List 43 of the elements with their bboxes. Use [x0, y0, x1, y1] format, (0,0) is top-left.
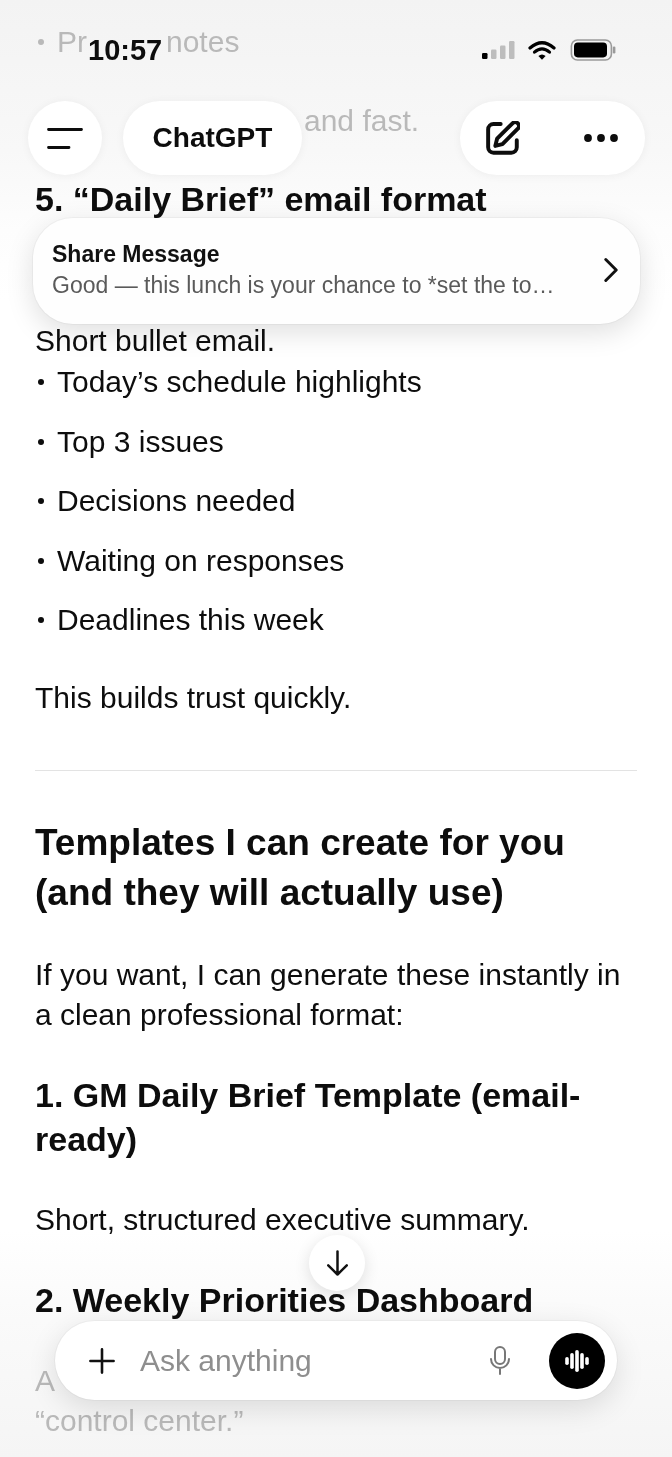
signal-icon: [482, 41, 515, 59]
status-time: 10:57: [88, 34, 163, 66]
text-fragment: A: [35, 1364, 55, 1397]
waveform-icon: [565, 1349, 589, 1372]
text-fragment: and fast.: [304, 104, 420, 137]
share-message-banner[interactable]: Share Message Good — this lunch is your chance to *set the to…: [33, 218, 640, 324]
paragraph-text: Short bullet email.: [35, 324, 276, 357]
heading-text: Templates I can create for you (and they will actually use): [35, 822, 565, 913]
list-item-text: Top 3 issues: [57, 423, 224, 460]
arrow-down-icon: [326, 1250, 348, 1276]
title-button[interactable]: ChatGPT: [123, 101, 302, 175]
bullet-icon: [38, 498, 44, 504]
chevron-right-icon: [604, 258, 618, 282]
banner-message: Good — this lunch is your chance to *set the to…: [52, 271, 555, 300]
list-item-text: Deadlines this week: [57, 602, 324, 638]
banner-title: Share Message: [52, 240, 220, 268]
pencil-square-icon: [486, 121, 520, 155]
text-fragment: Pr: [57, 24, 87, 60]
paragraph-text: Short, structured executive summary.: [35, 1203, 530, 1236]
microphone-icon: [490, 1346, 510, 1375]
composer-bar[interactable]: Ask anything: [55, 1321, 617, 1400]
ellipsis-icon: [584, 134, 618, 142]
subheading-text: 2. Weekly Priorities Dashboard: [35, 1281, 534, 1319]
bullet-icon: [38, 39, 44, 45]
paragraph-text: If you want, I can generate these instantly in a clean professional format:: [35, 958, 621, 1031]
bullet-icon: [38, 557, 44, 564]
text-fragment: notes: [166, 24, 240, 60]
bullet-icon: [38, 438, 44, 445]
list-item-text: Waiting on responses: [57, 542, 345, 579]
voice-mode-button[interactable]: [549, 1332, 605, 1389]
bullet-icon: [38, 617, 44, 623]
paragraph-text: “control center.”: [35, 1404, 244, 1437]
wifi-icon: [528, 40, 556, 60]
subheading-text: 5. “Daily Brief” email format: [35, 180, 487, 218]
message-input[interactable]: Ask anything: [140, 1340, 470, 1381]
paragraph-text: This builds trust quickly.: [35, 681, 352, 714]
menu-icon: [47, 127, 83, 149]
list-item-text: Today’s schedule highlights: [57, 364, 422, 400]
bullet-icon: [38, 379, 44, 385]
battery-icon: [570, 39, 616, 61]
subheading-text: 1. GM Daily Brief Template (email-ready): [35, 1076, 581, 1158]
plus-icon: [89, 1347, 115, 1374]
list-item-text: Decisions needed: [57, 483, 296, 519]
